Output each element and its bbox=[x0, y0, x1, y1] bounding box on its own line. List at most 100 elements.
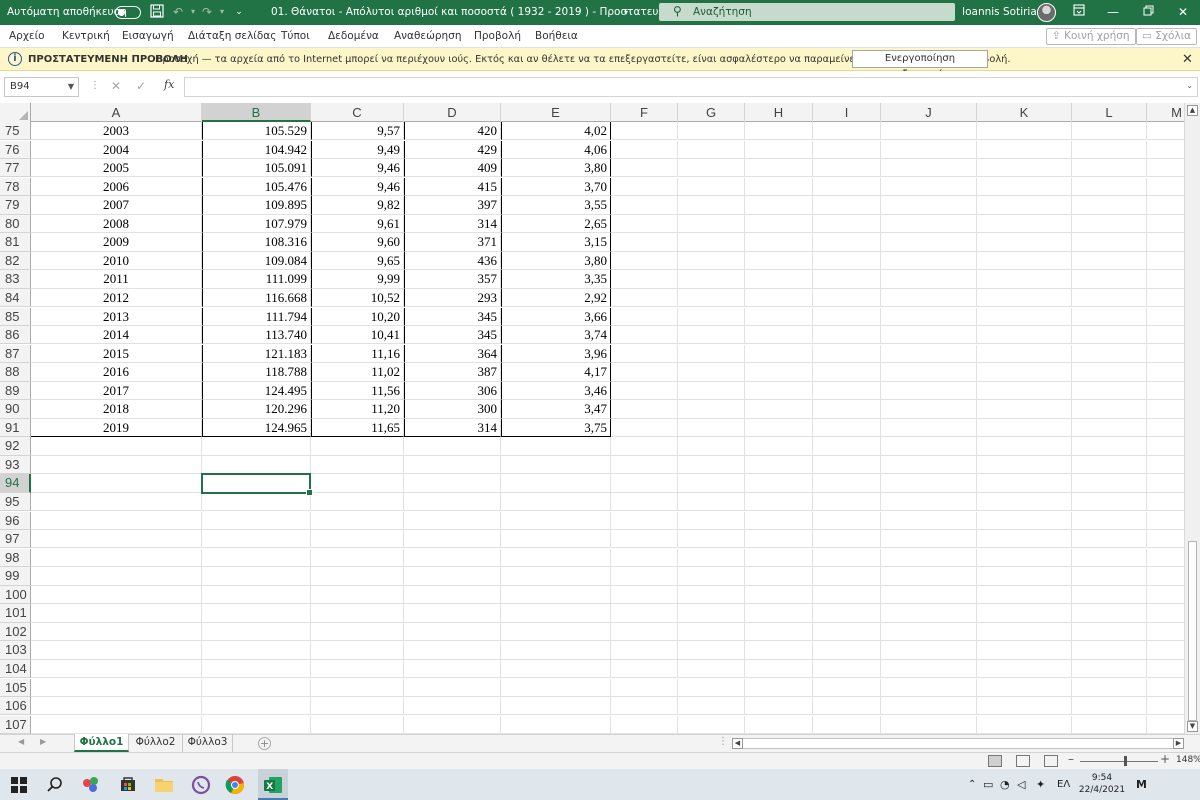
cell[interactable]: 2015 bbox=[31, 344, 202, 363]
row-header[interactable]: 82 bbox=[0, 251, 31, 271]
cell[interactable] bbox=[745, 214, 813, 234]
cell[interactable]: 9,57 bbox=[311, 122, 404, 141]
cell[interactable]: 3,66 bbox=[501, 307, 611, 326]
chrome-icon[interactable] bbox=[224, 773, 246, 795]
normal-view-icon[interactable] bbox=[988, 755, 1002, 767]
cell[interactable] bbox=[1072, 307, 1147, 326]
cell[interactable]: 397 bbox=[404, 196, 501, 215]
cell[interactable] bbox=[501, 641, 611, 660]
cell[interactable] bbox=[1072, 678, 1147, 697]
language-indicator[interactable]: ΕΛ bbox=[1057, 769, 1070, 800]
cell[interactable] bbox=[977, 418, 1072, 438]
cell[interactable] bbox=[31, 641, 202, 660]
cell[interactable] bbox=[813, 697, 881, 716]
undo-icon[interactable]: ↶ bbox=[170, 4, 186, 20]
cell[interactable] bbox=[745, 307, 813, 326]
cell[interactable] bbox=[202, 697, 311, 716]
cell[interactable] bbox=[977, 122, 1072, 141]
cell[interactable]: 3,47 bbox=[501, 400, 611, 419]
cell[interactable] bbox=[977, 344, 1072, 363]
cell[interactable] bbox=[311, 567, 404, 586]
prev-sheet-icon[interactable]: ◀ bbox=[18, 737, 24, 746]
cell[interactable] bbox=[404, 530, 501, 549]
row-header[interactable]: 83 bbox=[0, 270, 31, 289]
cell[interactable]: 3,80 bbox=[501, 251, 611, 271]
cell[interactable] bbox=[977, 326, 1072, 345]
cell[interactable]: 109.895 bbox=[202, 196, 311, 215]
cell[interactable] bbox=[813, 659, 881, 679]
cell[interactable] bbox=[977, 288, 1072, 308]
cell[interactable] bbox=[977, 307, 1072, 326]
cell[interactable] bbox=[881, 418, 977, 438]
cell[interactable] bbox=[611, 697, 678, 716]
cell[interactable] bbox=[404, 548, 501, 568]
row-header[interactable]: 106 bbox=[0, 697, 31, 716]
cell[interactable] bbox=[678, 585, 745, 605]
cell[interactable]: 11,20 bbox=[311, 400, 404, 419]
row-header[interactable]: 95 bbox=[0, 493, 31, 512]
menu-page-layout[interactable]: Διάταξη σελίδας bbox=[188, 25, 276, 48]
autosave-toggle[interactable] bbox=[115, 6, 141, 19]
cell[interactable]: 2,65 bbox=[501, 214, 611, 234]
cancel-icon[interactable]: ✕ bbox=[111, 79, 121, 93]
vertical-scrollbar[interactable]: ▲ ▼ bbox=[1184, 103, 1200, 734]
cell[interactable]: 9,99 bbox=[311, 270, 404, 289]
cell[interactable] bbox=[881, 140, 977, 159]
sheet-tab-1[interactable]: Φύλλο1 bbox=[74, 734, 129, 752]
cell[interactable]: 2,92 bbox=[501, 288, 611, 308]
cell[interactable] bbox=[202, 530, 311, 549]
cell[interactable] bbox=[745, 122, 813, 141]
close-icon[interactable]: ✕ bbox=[1175, 4, 1191, 20]
cell[interactable] bbox=[1147, 530, 1184, 549]
cell[interactable] bbox=[311, 585, 404, 605]
expand-formula-bar-icon[interactable]: ⌄ bbox=[1186, 81, 1193, 90]
cell[interactable] bbox=[404, 659, 501, 679]
cell[interactable]: 9,46 bbox=[311, 159, 404, 178]
cell[interactable]: 2003 bbox=[31, 122, 202, 141]
cell[interactable] bbox=[611, 140, 678, 159]
cell[interactable] bbox=[977, 511, 1072, 530]
cell[interactable] bbox=[678, 344, 745, 363]
cell[interactable] bbox=[977, 604, 1072, 623]
cell[interactable] bbox=[1072, 270, 1147, 289]
cell[interactable] bbox=[745, 455, 813, 475]
cell[interactable] bbox=[813, 567, 881, 586]
cell[interactable]: 109.084 bbox=[202, 251, 311, 271]
sheet-tab-3[interactable]: Φύλλο3 bbox=[183, 734, 233, 752]
cell[interactable] bbox=[678, 122, 745, 141]
cell[interactable] bbox=[678, 455, 745, 475]
row-header[interactable]: 107 bbox=[0, 715, 31, 734]
cell[interactable]: 118.788 bbox=[202, 363, 311, 382]
cell[interactable] bbox=[31, 715, 202, 734]
cell[interactable] bbox=[881, 493, 977, 512]
cell[interactable] bbox=[31, 678, 202, 697]
cell[interactable] bbox=[745, 567, 813, 586]
column-header[interactable]: L bbox=[1072, 103, 1147, 122]
menu-review[interactable]: Αναθεώρηση bbox=[394, 25, 462, 48]
cell[interactable]: 2005 bbox=[31, 159, 202, 178]
cell[interactable]: 420 bbox=[404, 122, 501, 141]
cell[interactable] bbox=[202, 585, 311, 605]
cell[interactable] bbox=[1072, 363, 1147, 382]
cell[interactable] bbox=[611, 548, 678, 568]
cell[interactable] bbox=[977, 363, 1072, 382]
cell[interactable] bbox=[404, 641, 501, 660]
cell[interactable] bbox=[501, 622, 611, 642]
column-header[interactable]: E bbox=[501, 103, 611, 122]
cell[interactable] bbox=[745, 474, 813, 493]
cell[interactable] bbox=[501, 715, 611, 734]
cell[interactable] bbox=[881, 400, 977, 419]
dropbox-icon[interactable]: ✦ bbox=[1036, 769, 1045, 800]
row-header[interactable]: 103 bbox=[0, 641, 31, 660]
menu-data[interactable]: Δεδομένα bbox=[328, 25, 379, 48]
store-icon[interactable] bbox=[117, 773, 139, 795]
row-header[interactable]: 92 bbox=[0, 437, 31, 456]
cell[interactable]: 2011 bbox=[31, 270, 202, 289]
cell[interactable] bbox=[611, 530, 678, 549]
cell[interactable] bbox=[745, 604, 813, 623]
cell[interactable]: 3,46 bbox=[501, 381, 611, 401]
cell[interactable] bbox=[977, 400, 1072, 419]
cell[interactable] bbox=[1147, 493, 1184, 512]
cell[interactable] bbox=[1072, 697, 1147, 716]
cell[interactable]: 111.794 bbox=[202, 307, 311, 326]
